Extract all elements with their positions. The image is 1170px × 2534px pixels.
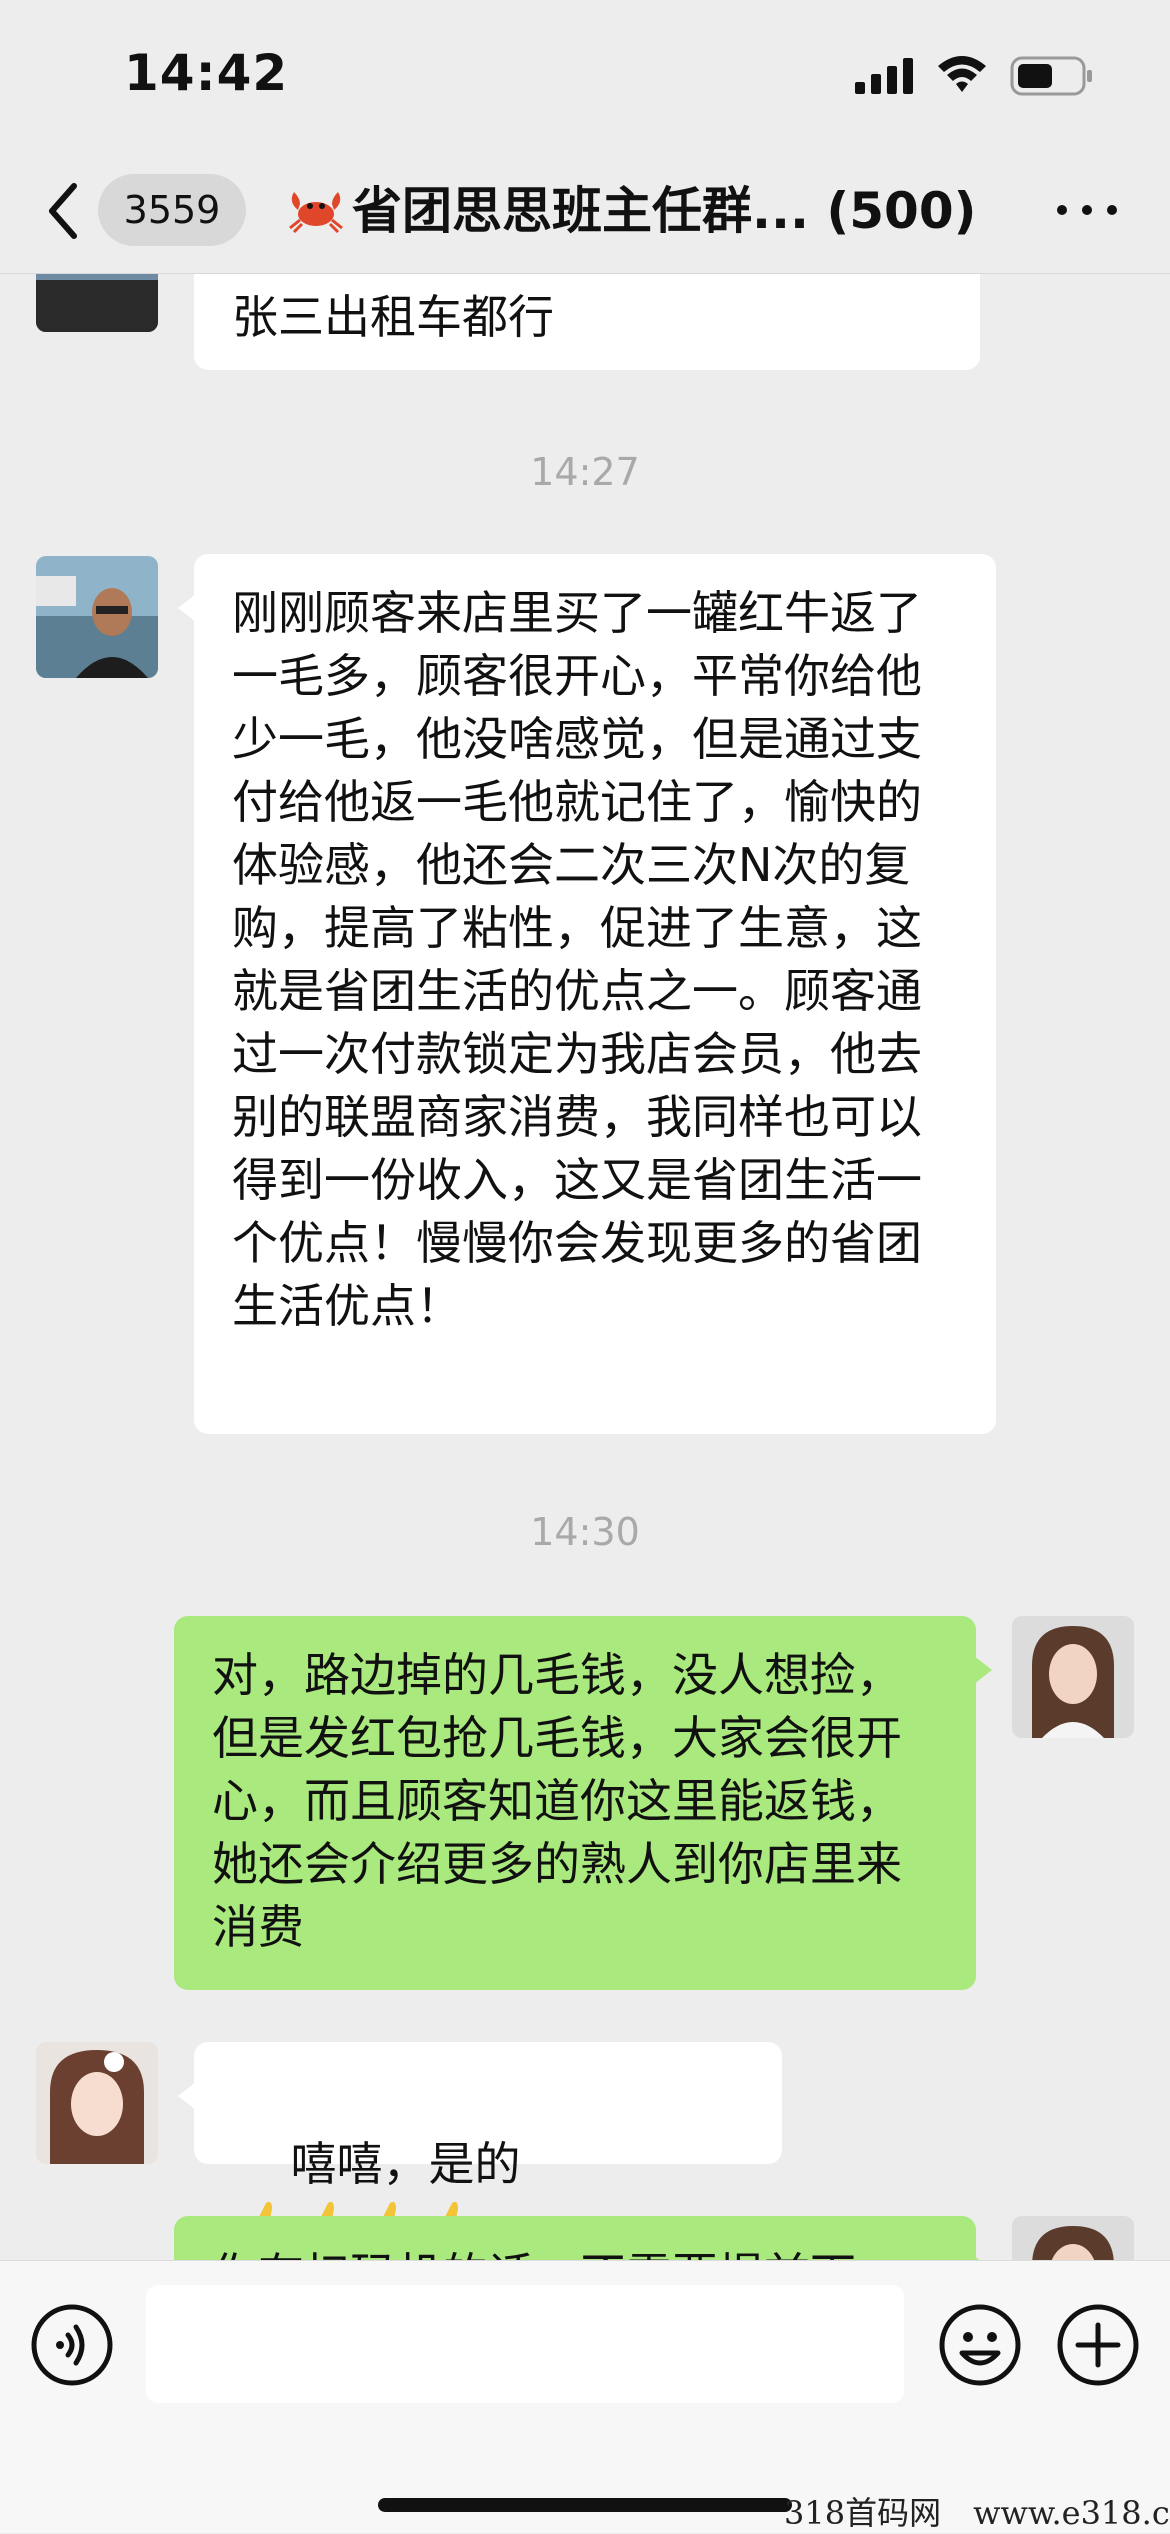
message-bubble-incoming[interactable]: 刚刚顾客来店里买了一罐红牛返了一毛多，顾客很开心，平常你给他少一毛，他没啥感觉，… [178, 554, 996, 1434]
message-text: 嘻嘻，是的 [290, 2137, 521, 2191]
home-indicator[interactable] [378, 2498, 792, 2512]
back-chevron-icon[interactable] [40, 178, 90, 244]
message-timestamp: 14:27 [530, 450, 640, 494]
battery-icon [1010, 56, 1092, 96]
chat-title-text: 省团思思班主任群... [352, 182, 809, 240]
emoji-icon[interactable] [938, 2303, 1022, 2387]
message-timestamp: 14:30 [530, 1510, 640, 1554]
avatar[interactable] [1012, 2216, 1134, 2260]
avatar[interactable] [1012, 1616, 1134, 1738]
avatar[interactable] [36, 2042, 158, 2164]
cellular-signal-icon [855, 58, 913, 94]
avatar[interactable] [36, 274, 158, 332]
watermark: 318首码网 www.e318.com [784, 2494, 1170, 2532]
add-attachment-icon[interactable] [1056, 2303, 1140, 2387]
status-bar: 14:42 [0, 0, 1170, 150]
message-bubble-incoming[interactable]: 嘻嘻，是的 [178, 2042, 782, 2249]
member-count: (500) [826, 182, 977, 240]
crab-emoji-icon [289, 192, 343, 234]
message-bubble-incoming[interactable]: 张三出租车都行 [194, 274, 980, 370]
chat-title[interactable]: 省团思思班主任群... (500) [286, 178, 976, 244]
avatar[interactable] [36, 556, 158, 678]
status-time: 14:42 [124, 44, 289, 102]
more-options-icon[interactable] [1052, 198, 1122, 222]
message-bubble-outgoing[interactable]: 对，路边掉的几毛钱，没人想捡，但是发红包抢几毛钱，大家会很开心，而且顾客知道你这… [174, 1616, 992, 1990]
unread-count-badge[interactable]: 3559 [98, 174, 246, 246]
message-bubble-outgoing[interactable]: 你有扫码机的话，不需要提前下 [174, 2216, 992, 2260]
wifi-icon [938, 56, 986, 92]
chat-header: 3559 省团思思班主任群... (500) [0, 150, 1170, 274]
voice-input-icon[interactable] [30, 2303, 114, 2387]
message-list[interactable]: 张三出租车都行 14:27 刚刚顾客来店里买了一罐红牛返了一毛多，顾客很开心，平… [0, 274, 1170, 2260]
message-input[interactable] [146, 2285, 904, 2403]
